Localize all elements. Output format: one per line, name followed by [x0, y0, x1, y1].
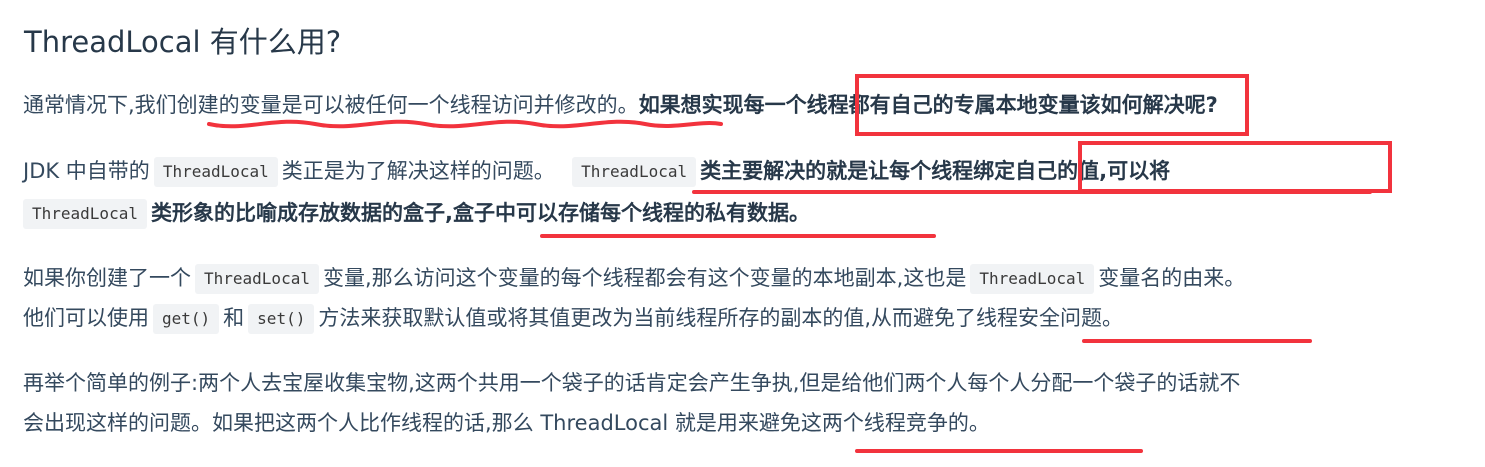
paragraph-2-line-1: JDK 中自带的 ThreadLocal 类正是为了解决这样的问题。 ThreadL…: [23, 156, 1170, 187]
inline-code-get: get(): [153, 304, 220, 334]
paragraph-2-bold-2: 类形象的比喻成存放数据的盒子,盒子中可以存储每个线程的私有数据。: [150, 201, 810, 225]
inline-code-set: set(): [248, 304, 315, 334]
section-heading: ThreadLocal 有什么用?: [24, 25, 342, 59]
paragraph-3-text-4: 他们可以使用: [23, 306, 149, 330]
paragraph-3-line-2: 他们可以使用 get() 和 set() 方法来获取默认值或将其值更改为当前线程所存的副…: [23, 303, 1123, 334]
paragraph-2-bold: 类主要解决的就是让每个线程绑定自己的值,可以将: [700, 159, 1171, 183]
inline-code-threadlocal: ThreadLocal: [572, 157, 697, 187]
underline-annotation-3: [1082, 339, 1312, 343]
article-section: ThreadLocal 有什么用? 通常情况下,我们创建的变量是可以被任何一个线…: [0, 0, 1485, 467]
underline-annotation-4: [855, 449, 1143, 453]
paragraph-2-text: JDK 中自带的: [23, 159, 150, 183]
underline-annotation: [692, 190, 1372, 194]
paragraph-1-bold: 如果想实现每一个线程都有自己的专属本地变量该如何解决呢?: [638, 93, 1218, 117]
paragraph-3-text-5: 和: [223, 306, 245, 330]
inline-code-threadlocal: ThreadLocal: [153, 157, 278, 187]
paragraph-3-text-2: 变量,那么访问这个变量的每个线程都会有这个变量的本地副本,这也是: [322, 266, 967, 290]
paragraph-2-text-2: 类正是为了解决这样的问题。: [281, 159, 555, 183]
underline-annotation-2: [540, 234, 936, 238]
paragraph-3-text-6: 方法来获取默认值或将其值更改为当前线程所存的副本的值,从而避免了线程安全问题。: [318, 306, 1124, 330]
paragraph-2-line-2: ThreadLocal 类形象的比喻成存放数据的盒子,盒子中可以存储每个线程的私有…: [23, 198, 810, 229]
paragraph-4-text: 再举个简单的例子:两个人去宝屋收集宝物,这两个共用一个袋子的话肯定会产生争执,但…: [23, 371, 1241, 395]
inline-code-threadlocal: ThreadLocal: [195, 264, 319, 294]
paragraph-3-line-1: 如果你创建了一个 ThreadLocal 变量,那么访问这个变量的每个线程都会有这个…: [23, 263, 1245, 294]
inline-code-threadlocal: ThreadLocal: [23, 199, 147, 229]
paragraph-4-line-1: 再举个简单的例子:两个人去宝屋收集宝物,这两个共用一个袋子的话肯定会产生争执,但…: [23, 368, 1240, 398]
paragraph-4-line-2: 会出现这样的问题。如果把这两个人比作线程的话,那么 ThreadLocal 就是…: [23, 408, 990, 438]
paragraph-1: 通常情况下,我们创建的变量是可以被任何一个线程访问并修改的。如果想实现每一个线程…: [23, 90, 1218, 120]
paragraph-3-text: 如果你创建了一个: [23, 266, 191, 290]
paragraph-1-text: 通常情况下,我们创建的变量是可以被任何一个线程访问并修改的。: [23, 93, 639, 117]
paragraph-3-text-3: 变量名的由来。: [1098, 266, 1246, 290]
paragraph-4-text-2: 会出现这样的问题。如果把这两个人比作线程的话,那么 ThreadLocal 就是…: [23, 411, 990, 435]
inline-code-threadlocal: ThreadLocal: [970, 264, 1095, 294]
